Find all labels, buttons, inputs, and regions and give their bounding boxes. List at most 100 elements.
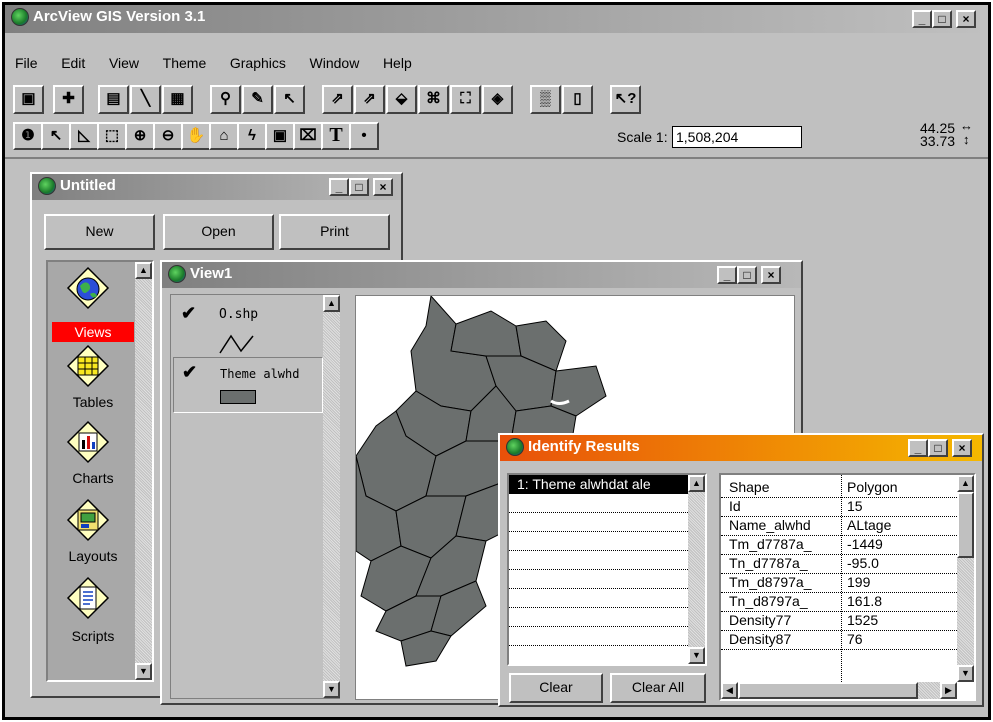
attribute-row[interactable]: Tn_d8797a_ 161.8 [721, 593, 957, 612]
scroll-up-arrow-icon[interactable]: ▲ [957, 475, 974, 492]
scroll-down-arrow-icon[interactable]: ▼ [688, 647, 705, 664]
menu-file[interactable]: File [15, 55, 38, 71]
view-minimize-button[interactable]: _ [717, 266, 737, 284]
edit-legend-icon[interactable]: ╲ [130, 85, 161, 114]
h-scroll-thumb[interactable] [738, 682, 918, 699]
scroll-up-arrow-icon[interactable]: ▲ [323, 295, 340, 312]
text-icon[interactable]: T [321, 122, 351, 150]
view-maximize-button[interactable]: □ [737, 266, 757, 284]
query-builder-icon[interactable]: ↖ [274, 85, 305, 114]
new-button[interactable]: New [44, 214, 155, 250]
measure-icon[interactable]: ⌂ [209, 122, 239, 150]
attribute-row[interactable]: Tn_d7787a_ -95.0 [721, 555, 957, 574]
attribute-horizontal-scrollbar[interactable]: ◀ ▶ [721, 682, 957, 699]
menu-graphics[interactable]: Graphics [230, 55, 286, 71]
project-list-scrollbar[interactable]: ▲ ▼ [135, 262, 152, 680]
attribute-field: Tm_d8797a_ [729, 574, 812, 590]
result-item[interactable]: 1: Theme alwhdat ale [509, 475, 688, 494]
locate-address-icon[interactable]: ✎ [242, 85, 273, 114]
project-close-button[interactable]: × [373, 178, 393, 196]
open-button[interactable]: Open [163, 214, 274, 250]
attribute-vertical-scrollbar[interactable]: ▲ ▼ [957, 475, 974, 682]
identify-maximize-button[interactable]: □ [928, 439, 948, 457]
tables-label: Tables [72, 394, 114, 410]
result-empty-row [509, 627, 688, 646]
attribute-row[interactable]: Tm_d8797a_ 199 [721, 574, 957, 593]
zoom-out-fixed-icon[interactable]: ⛶ [450, 85, 481, 114]
scroll-up-arrow-icon[interactable]: ▲ [688, 475, 705, 492]
zoom-to-selected-icon[interactable]: ⬙ [386, 85, 417, 114]
clear-button[interactable]: Clear [509, 673, 603, 703]
identify-close-button[interactable]: × [952, 439, 972, 457]
scroll-right-arrow-icon[interactable]: ▶ [940, 682, 957, 699]
select-feature-icon[interactable]: ⬚ [97, 122, 127, 150]
print-button[interactable]: Print [279, 214, 390, 250]
project-title-bar[interactable]: Untitled _ □ × [32, 174, 401, 200]
project-maximize-button[interactable]: □ [349, 178, 369, 196]
scroll-down-arrow-icon[interactable]: ▼ [135, 663, 152, 680]
theme-visible-checkbox[interactable]: ✔ [181, 303, 196, 324]
zoom-out-icon[interactable]: ⊖ [153, 122, 183, 150]
app-maximize-button[interactable]: □ [932, 10, 952, 28]
help-icon[interactable]: ↖? [610, 85, 641, 114]
scripts-item[interactable]: Scripts [48, 576, 134, 654]
view-close-button[interactable]: × [761, 266, 781, 284]
find-icon[interactable]: ⚲ [210, 85, 241, 114]
scroll-up-arrow-icon[interactable]: ▲ [135, 262, 152, 279]
app-minimize-button[interactable]: _ [912, 10, 932, 28]
zoom-in-fixed-icon[interactable]: ⌘ [418, 85, 449, 114]
open-table-icon[interactable]: ▦ [162, 85, 193, 114]
views-item[interactable]: Views [48, 262, 134, 344]
identify-title-bar[interactable]: Identify Results _ □ × [500, 435, 982, 461]
select-by-theme-icon[interactable]: ▒ [530, 85, 561, 114]
clear-selected-icon[interactable]: ▯ [562, 85, 593, 114]
attribute-row[interactable]: Name_alwhd ALtage [721, 517, 957, 536]
scroll-down-arrow-icon[interactable]: ▼ [323, 681, 340, 698]
zoom-to-full-extent-icon[interactable]: ⇗ [322, 85, 353, 114]
pointer-icon[interactable]: ↖ [41, 122, 71, 150]
pan-icon[interactable]: ✋ [181, 122, 211, 150]
tables-item[interactable]: Tables [48, 344, 134, 422]
attribute-row[interactable]: Density77 1525 [721, 612, 957, 631]
theme-visible-checkbox[interactable]: ✔ [182, 362, 197, 383]
zoom-previous-icon[interactable]: ◈ [482, 85, 513, 114]
result-list-scrollbar[interactable]: ▲ ▼ [688, 475, 705, 664]
add-theme-icon[interactable]: ✚ [53, 85, 84, 114]
scroll-left-arrow-icon[interactable]: ◀ [721, 682, 738, 699]
toc-scrollbar[interactable]: ▲ ▼ [323, 295, 340, 698]
hotlink-icon[interactable]: ϟ [237, 122, 267, 150]
charts-item[interactable]: Charts [48, 420, 134, 498]
app-close-button[interactable]: × [956, 10, 976, 28]
layouts-item[interactable]: Layouts [48, 498, 134, 576]
result-empty-row [509, 513, 688, 532]
zoom-to-active-themes-icon[interactable]: ⇗ [354, 85, 385, 114]
zoom-in-icon[interactable]: ⊕ [125, 122, 155, 150]
menu-theme[interactable]: Theme [163, 55, 207, 71]
view-title-bar[interactable]: View1 _ □ × [162, 262, 801, 288]
attribute-row[interactable]: Tm_d7787a_ -1449 [721, 536, 957, 555]
scroll-thumb[interactable] [957, 492, 974, 558]
clear-all-button[interactable]: Clear All [610, 673, 706, 703]
label-icon[interactable]: ⌧ [293, 122, 323, 150]
area-of-interest-icon[interactable]: ▣ [265, 122, 295, 150]
menu-edit[interactable]: Edit [61, 55, 85, 71]
theme-entry-alwhd[interactable]: ✔ Theme alwhd [173, 357, 323, 413]
scale-input[interactable]: 1,508,204 [672, 126, 802, 148]
identify-minimize-button[interactable]: _ [908, 439, 928, 457]
identify-icon[interactable]: ❶ [13, 122, 43, 150]
app-title-bar[interactable]: ArcView GIS Version 3.1 _ □ × [5, 5, 988, 33]
scroll-down-arrow-icon[interactable]: ▼ [957, 665, 974, 682]
theme-entry-oshp[interactable]: ✔ O.shp [173, 297, 321, 365]
theme-properties-icon[interactable]: ▤ [98, 85, 129, 114]
charts-icon [66, 420, 110, 464]
save-icon[interactable]: ▣ [13, 85, 44, 114]
draw-point-icon[interactable]: • [349, 122, 379, 150]
attribute-row[interactable]: Density87 76 [721, 631, 957, 650]
menu-view[interactable]: View [109, 55, 139, 71]
vertex-edit-icon[interactable]: ◺ [69, 122, 99, 150]
project-minimize-button[interactable]: _ [329, 178, 349, 196]
menu-window[interactable]: Window [310, 55, 360, 71]
menu-help[interactable]: Help [383, 55, 412, 71]
attribute-row[interactable]: Shape Polygon [721, 479, 957, 498]
attribute-row[interactable]: Id 15 [721, 498, 957, 517]
